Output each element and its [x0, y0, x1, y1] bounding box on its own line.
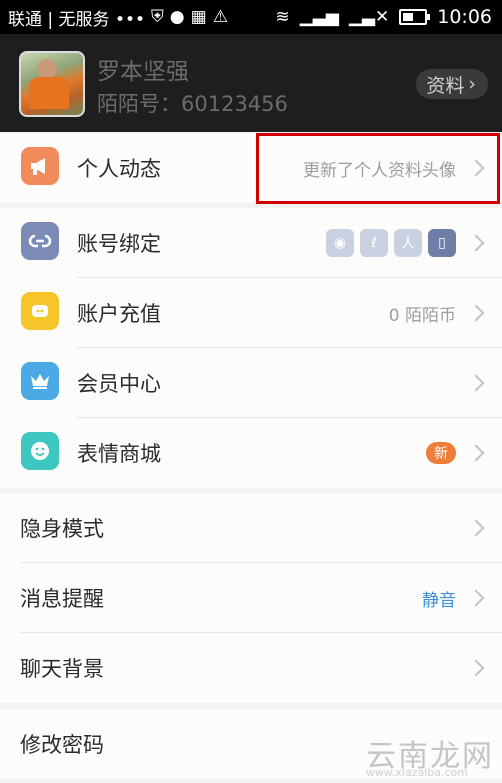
list-item-value: 0 陌陌币	[388, 305, 456, 326]
account-section: 账号绑定 ◉ ℓ 人 ▯ 账户充值 0 陌陌币 会员中心 表情商城 新	[0, 208, 502, 488]
profile-name: 罗本坚强	[97, 59, 189, 85]
list-item-label: 个人动态	[77, 157, 161, 181]
chevron-right-icon	[467, 659, 485, 677]
crown-icon	[21, 362, 59, 400]
profile-id: 陌陌号：60123456	[97, 92, 288, 116]
list-item-recharge[interactable]: 账户充值 0 陌陌币	[0, 278, 502, 348]
signal-icon: ▁▃▅	[299, 6, 339, 27]
shield-icon: ⛨	[151, 6, 164, 27]
list-item-emoji-store[interactable]: 表情商城 新	[0, 418, 502, 488]
wechat-icon: ●	[169, 6, 185, 27]
smile-icon	[21, 432, 59, 470]
list-item-label: 表情商城	[77, 442, 161, 466]
list-item-chat-background[interactable]: 聊天背景	[0, 633, 502, 703]
link-icon	[21, 222, 59, 260]
wifi-icon: ≋	[275, 6, 290, 27]
chevron-right-icon	[467, 304, 485, 322]
avatar[interactable]	[19, 51, 85, 117]
list-item-value: 静音	[422, 590, 456, 611]
renren-icon: 人	[394, 229, 422, 257]
bound-accounts: ◉ ℓ 人 ▯	[326, 229, 456, 257]
qq-weibo-icon: ℓ	[360, 229, 388, 257]
carrier-text: 联通 | 无服务 •••	[8, 9, 146, 30]
profile-header[interactable]: 罗本坚强 陌陌号：60123456 资料 ›	[0, 34, 502, 132]
profile-details-button[interactable]: 资料 ›	[416, 69, 488, 99]
chevron-right-icon	[467, 444, 485, 462]
chevron-right-icon: ›	[468, 73, 476, 95]
list-item-label: 隐身模式	[20, 517, 104, 541]
no-signal-icon: ▁▃✕	[348, 6, 390, 27]
megaphone-icon	[21, 147, 59, 185]
list-item-label: 修改密码	[20, 733, 104, 757]
chevron-right-icon	[467, 374, 485, 392]
coin-icon	[21, 292, 59, 330]
list-item-vip-center[interactable]: 会员中心	[0, 348, 502, 418]
list-item-label: 账号绑定	[77, 232, 161, 256]
settings-section: 隐身模式 消息提醒 静音 聊天背景	[0, 493, 502, 703]
clock: 10:06	[437, 6, 492, 28]
list-item-label: 消息提醒	[20, 587, 104, 611]
status-bar: 联通 | 无服务 ••• ⛨ ● ▦ ⚠ ≋ ▁▃▅ ▁▃✕ 10:06	[0, 0, 502, 34]
list-item-account-binding[interactable]: 账号绑定 ◉ ℓ 人 ▯	[0, 208, 502, 278]
profile-button-label: 资料	[426, 74, 465, 97]
list-item-invisible-mode[interactable]: 隐身模式	[0, 493, 502, 563]
weibo-icon: ◉	[326, 229, 354, 257]
chevron-right-icon	[467, 519, 485, 537]
chevron-right-icon	[467, 234, 485, 252]
chevron-right-icon	[467, 589, 485, 607]
grid-icon: ▦	[190, 6, 207, 27]
list-item-label: 账户充值	[77, 302, 161, 326]
warning-icon: ⚠	[212, 6, 228, 27]
list-item-label: 会员中心	[77, 372, 161, 396]
list-item-label: 聊天背景	[20, 657, 104, 681]
phone-icon: ▯	[428, 229, 456, 257]
battery-icon	[399, 9, 431, 25]
list-item-notifications[interactable]: 消息提醒 静音	[0, 563, 502, 633]
new-badge: 新	[426, 442, 456, 464]
watermark-url: www.xiazaiba.com	[365, 766, 468, 779]
highlight-annotation	[256, 133, 500, 204]
